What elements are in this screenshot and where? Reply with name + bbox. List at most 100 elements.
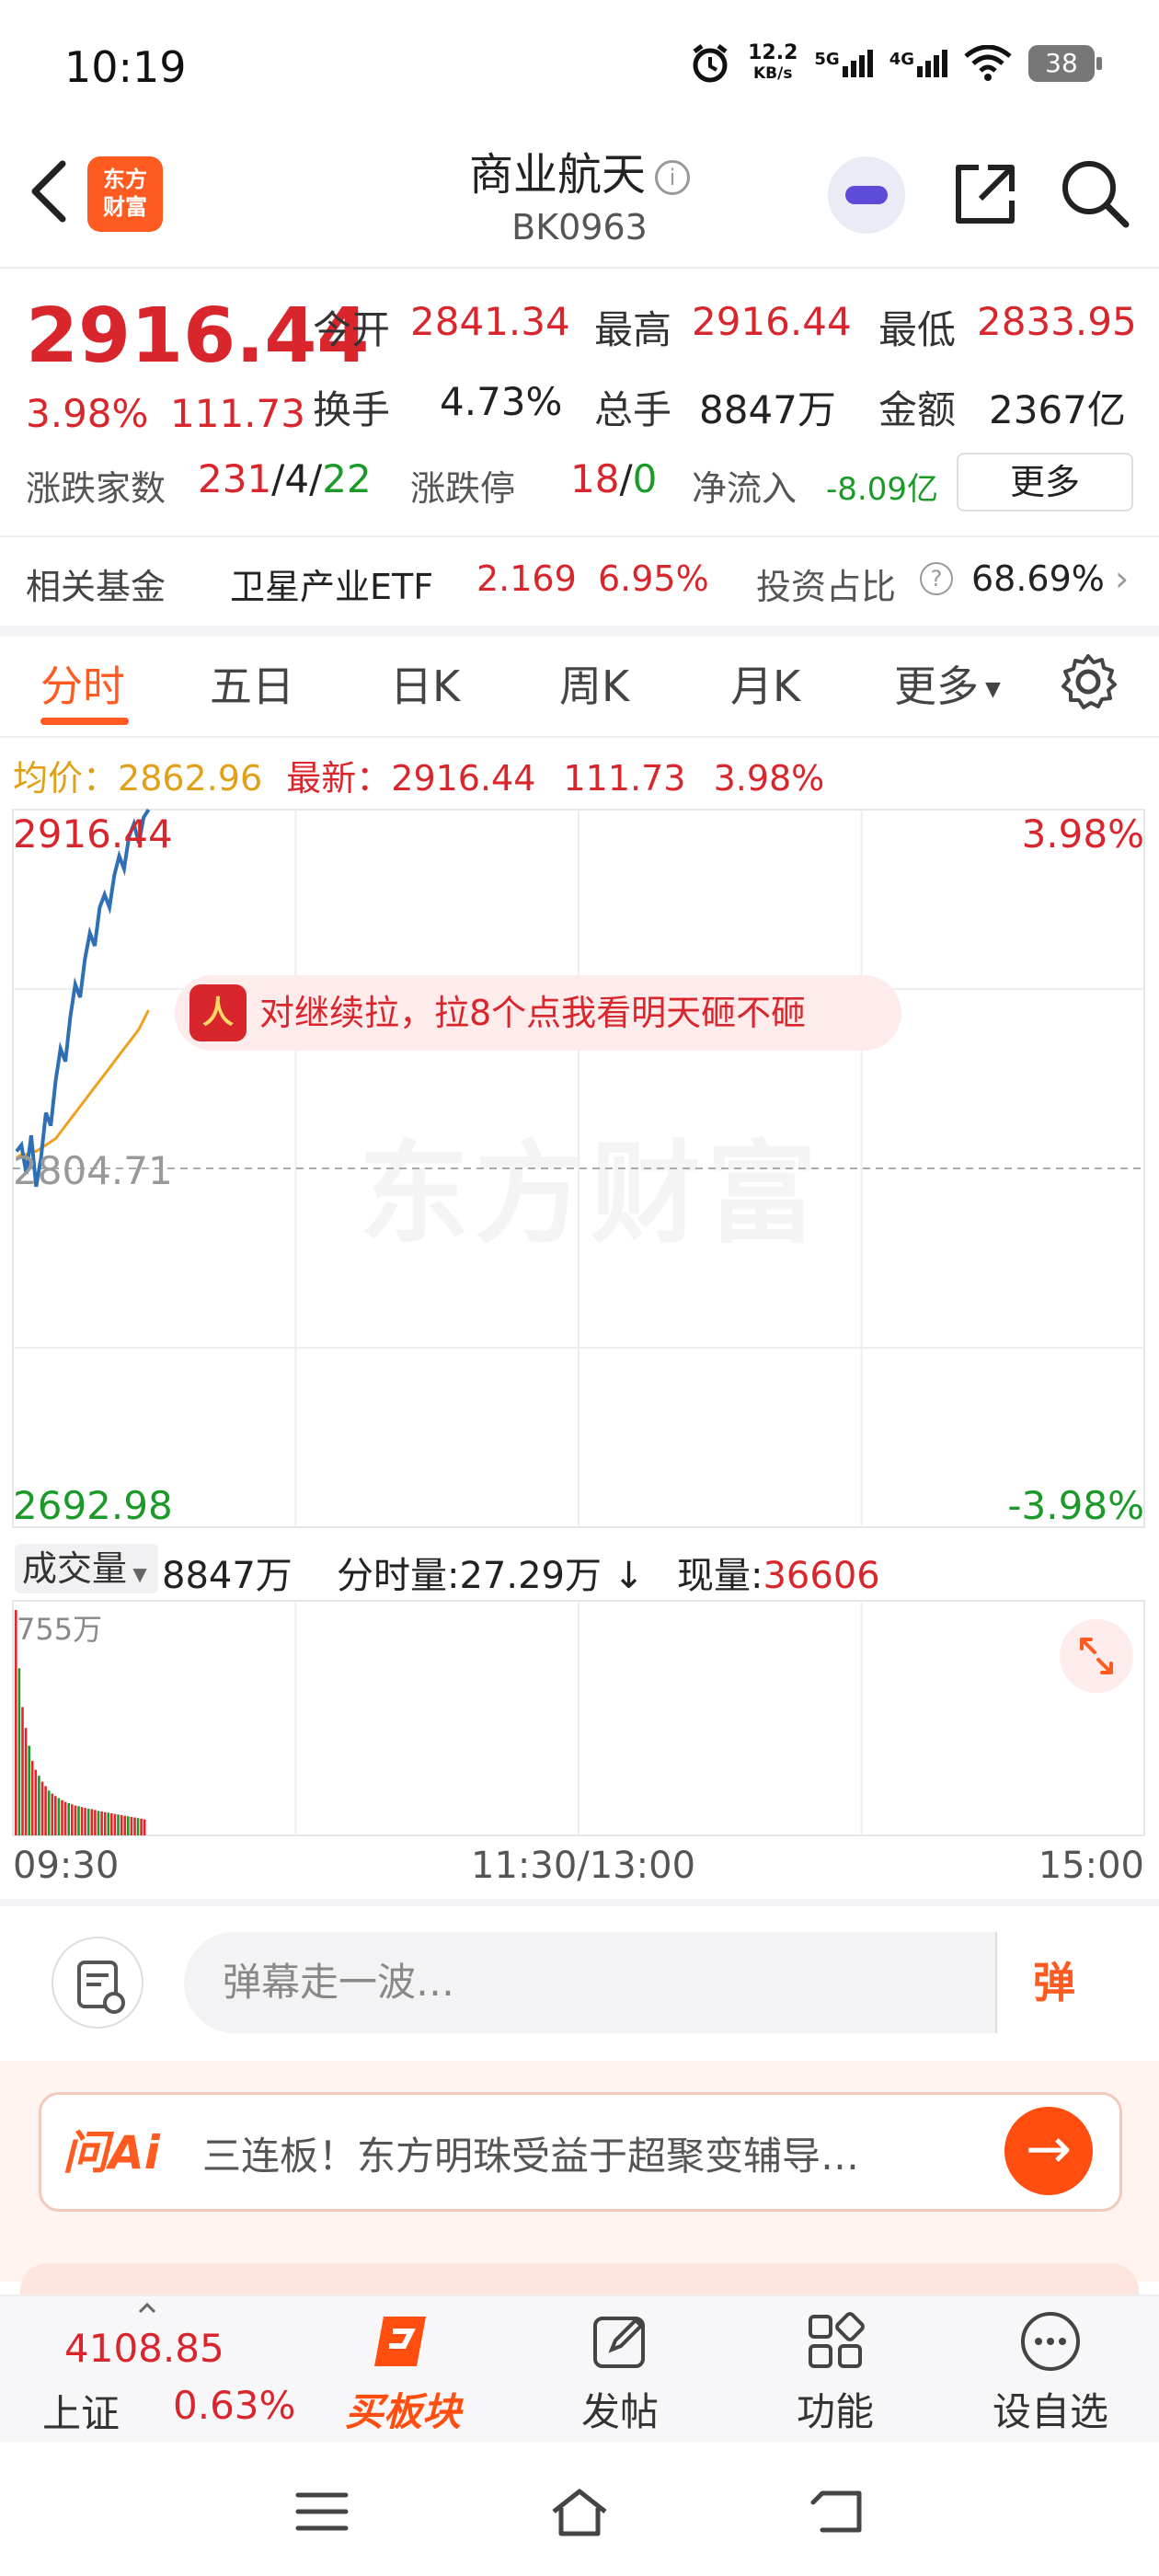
volume-bar (97, 1811, 100, 1835)
netflow-label: 净流入 (692, 468, 798, 509)
total-volume: 8847万 (162, 1555, 293, 1597)
volume-bar (120, 1814, 123, 1835)
volume-bar (107, 1812, 110, 1835)
volume-bar (136, 1818, 140, 1835)
volume-bar (127, 1816, 130, 1835)
volume-bar (84, 1808, 86, 1835)
related-fund-row[interactable]: 相关基金 卫星产业ETF 2.169 6.95% 投资占比 ? 68.69% › (0, 538, 1159, 625)
info-icon[interactable]: i (655, 160, 690, 195)
danmaku-settings-button[interactable] (52, 1937, 143, 2029)
tab-weekly-k[interactable]: 周K (559, 653, 629, 714)
nav-post[interactable]: 发帖 (556, 2300, 684, 2437)
turnover-value: 4.73% (440, 379, 563, 424)
axis-mid: 11:30/13:00 (471, 1845, 696, 1887)
danmaku-input[interactable]: 弹幕走一波… (184, 1932, 1111, 2033)
home-icon[interactable] (548, 2484, 611, 2539)
volume-bar (90, 1809, 94, 1835)
intraday-chart[interactable] (0, 800, 1159, 1849)
arrow-right-icon[interactable]: → (1004, 2107, 1093, 2195)
volume-label: 总手 (594, 387, 672, 432)
price-info-line: 均价：2862.96 最新：2916.44 111.73 3.98% (13, 758, 825, 799)
expand-button[interactable] (1060, 1619, 1133, 1693)
volume-bar (94, 1810, 97, 1835)
indicator-selector[interactable]: 成交量 ▼ (15, 1544, 158, 1593)
tab-monthly-k[interactable]: 月K (730, 653, 800, 714)
chart-bottom-price: 2692.98 (13, 1483, 173, 1528)
search-icon (1062, 161, 1130, 228)
average-price-line (16, 1009, 150, 1159)
current-volume: 现量:36606 (677, 1555, 880, 1597)
volume-bar (110, 1813, 113, 1835)
more-button[interactable]: 更多 (957, 453, 1133, 512)
more-circle-icon (1018, 2309, 1083, 2374)
volume-bar (123, 1815, 126, 1835)
volume-bar (17, 1668, 21, 1835)
divider (0, 736, 1159, 738)
tab-more[interactable]: 更多 ▼ (894, 653, 1001, 714)
search-button[interactable] (1058, 156, 1131, 230)
nav-functions[interactable]: 功能 (771, 2300, 900, 2437)
change-amount: 111.73 (170, 391, 305, 436)
danmaku-settings-icon (77, 1961, 125, 2014)
volume-bar (103, 1811, 107, 1835)
limit-label: 涨跌停 (410, 468, 516, 509)
volume-bar (51, 1793, 54, 1835)
volume-bar (133, 1817, 136, 1835)
chart-bottom-pct: -3.98% (1007, 1483, 1144, 1528)
updown-counts: 231/4/22 (198, 456, 372, 501)
edit-icon (588, 2309, 652, 2374)
divider (0, 535, 1159, 537)
nav-add-watchlist[interactable]: 设自选 (986, 2300, 1115, 2437)
low-value: 2833.95 (977, 299, 1137, 344)
volume-bar (113, 1813, 117, 1835)
ratio-label: 投资占比 (756, 567, 897, 607)
grid-icon (803, 2309, 867, 2374)
wifi-icon (964, 45, 1012, 81)
battery-icon: 38 (1028, 45, 1102, 82)
status-icons: 12.2 KB/s 5G 4G 38 (689, 42, 1102, 85)
volume-bar (54, 1796, 57, 1835)
volume-bar (143, 1819, 146, 1835)
change-percent: 3.98% (26, 391, 149, 436)
volume-bar (74, 1805, 77, 1835)
help-icon[interactable]: ? (920, 562, 953, 595)
danmaku-send-button[interactable]: 弹 (995, 1932, 1111, 2033)
turnover-label: 换手 (313, 387, 391, 432)
ai-logo: 问Ai (63, 2126, 160, 2179)
ai-headline[interactable]: 三连板！东方明珠受益于超聚变辅导… (202, 2125, 859, 2181)
chart-mid-price: 2804.71 (13, 1148, 173, 1193)
alarm-icon (693, 44, 728, 83)
index-value[interactable]: 4108.85 (64, 2326, 224, 2371)
volume-bar (77, 1806, 80, 1835)
chart-top-pct: 3.98% (1021, 811, 1144, 857)
tab-five-day[interactable]: 五日 (210, 653, 294, 714)
volume-value: 8847万 (699, 387, 836, 432)
settings-button[interactable] (1058, 651, 1119, 716)
ratio-value: 68.69% (971, 558, 1105, 599)
volume-bar (100, 1811, 103, 1835)
chevron-up-icon (138, 2300, 156, 2314)
caret-down-icon: ▼ (127, 1563, 147, 1585)
comment-bubble[interactable]: 人 对继续拉，拉8个点我看明天砸不砸 (175, 975, 901, 1051)
volume-max-label: 755万 (17, 1612, 103, 1647)
nav-buy-sector[interactable]: 买板块 (339, 2300, 467, 2437)
low-label: 最低 (878, 307, 957, 352)
ai-assistant-avatar[interactable] (828, 156, 905, 234)
status-bar: 10:19 12.2 KB/s 5G 4G 38 (0, 0, 1159, 138)
tab-intraday[interactable]: 分时 (40, 653, 125, 714)
signal-4g-icon: 4G (889, 50, 947, 77)
section-gap (0, 626, 1159, 637)
tab-daily-k[interactable]: 日K (390, 653, 460, 714)
chart-grid (12, 809, 1145, 1836)
menu-icon[interactable] (294, 2490, 350, 2534)
expand-icon (1080, 1638, 1113, 1674)
netflow-value: -8.09亿 (826, 471, 938, 508)
volume-bar (117, 1814, 120, 1835)
amount-label: 金额 (878, 387, 957, 432)
signal-5g-icon: 5G (814, 50, 873, 77)
volume-bar (38, 1776, 40, 1835)
share-button[interactable] (947, 156, 1021, 230)
volume-bar (21, 1707, 24, 1835)
share-icon (956, 165, 1015, 224)
back-nav-icon[interactable] (809, 2484, 868, 2539)
